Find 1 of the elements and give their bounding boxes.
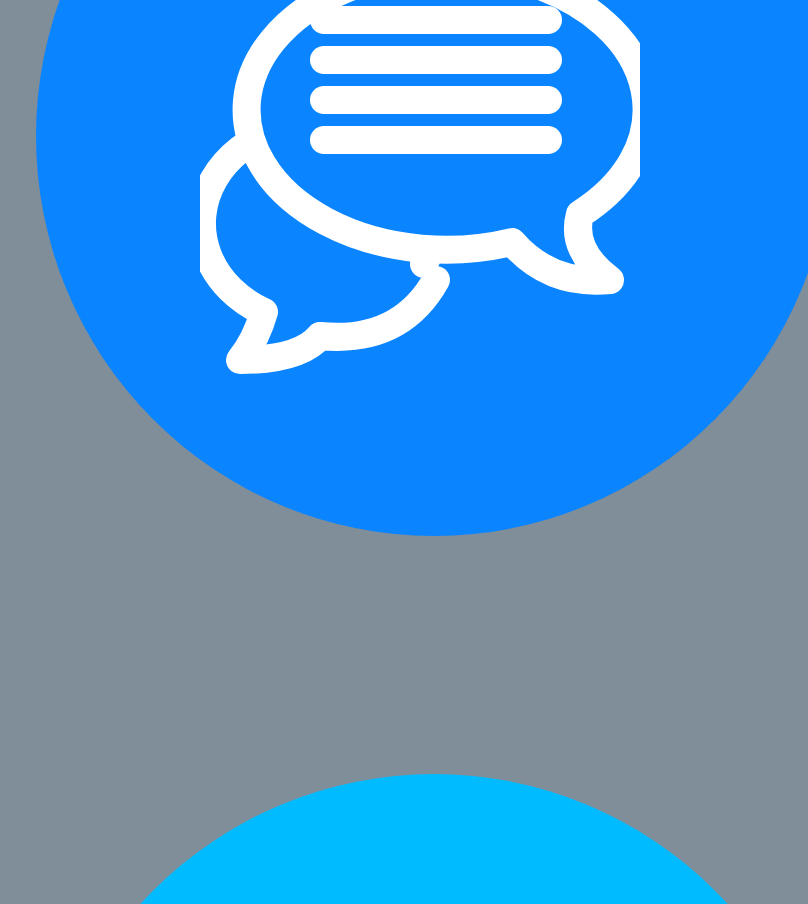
chat-bubbles-icon xyxy=(200,0,640,374)
